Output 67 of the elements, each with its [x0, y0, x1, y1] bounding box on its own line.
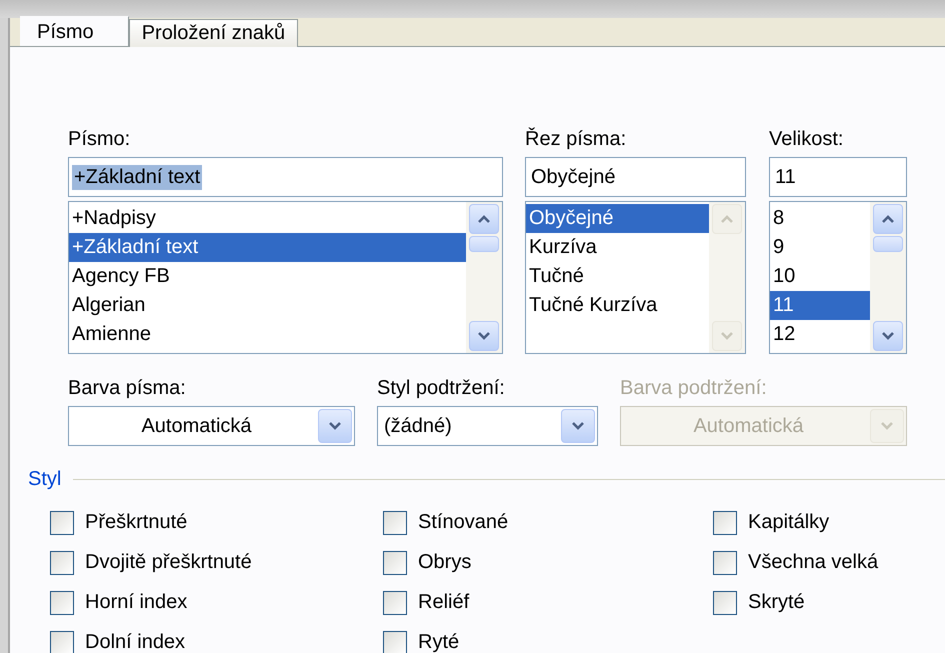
- checkbox-label: Reliéf: [418, 591, 470, 614]
- checkbox[interactable]: [383, 550, 407, 574]
- list-item[interactable]: Tučné: [526, 262, 709, 291]
- list-item[interactable]: 8: [770, 204, 870, 233]
- field-label: Řez písma:: [525, 127, 628, 152]
- field-label: Velikost:: [769, 127, 844, 152]
- scroll-thumb[interactable]: [469, 236, 499, 252]
- list-item[interactable]: Agency FB: [69, 262, 466, 291]
- checkbox-label: Obrys: [418, 551, 472, 574]
- checkbox[interactable]: [383, 630, 407, 653]
- scroll-down-button[interactable]: [873, 321, 903, 351]
- checkbox-label: Skryté: [748, 591, 805, 614]
- checkbox[interactable]: [713, 550, 737, 574]
- scrollbar[interactable]: [466, 202, 502, 353]
- checkbox-label: Ryté: [418, 631, 460, 653]
- field-label: Písmo:: [68, 127, 132, 152]
- chevron-up-icon: [477, 214, 491, 224]
- checkbox-label: Dvojitě přeškrtnuté: [85, 551, 252, 574]
- checkbox-label: Všechna velká: [748, 551, 878, 574]
- checkbox[interactable]: [50, 510, 74, 534]
- section-title: Styl: [28, 468, 62, 491]
- list-item[interactable]: Tučné Kurzíva: [526, 291, 709, 320]
- checkbox-label: Kapitálky: [748, 511, 830, 534]
- checkbox[interactable]: [383, 590, 407, 614]
- scrollbar[interactable]: [870, 202, 906, 353]
- chevron-down-icon: [881, 331, 895, 341]
- tab[interactable]: Proložení znaků: [128, 19, 298, 47]
- text-field[interactable]: +Základní text: [68, 157, 503, 197]
- chevron-down-icon: [571, 421, 585, 431]
- scroll-down-button[interactable]: [469, 321, 499, 351]
- checkbox[interactable]: [50, 550, 74, 574]
- chevron-down-icon: [477, 331, 491, 341]
- text-field[interactable]: 11: [769, 157, 907, 197]
- chevron-up-icon: [720, 214, 734, 224]
- checkbox[interactable]: [50, 590, 74, 614]
- dropdown-label: Barva podtržení:: [620, 376, 768, 401]
- checkbox[interactable]: [383, 510, 407, 534]
- dropdown[interactable]: Automatická: [68, 406, 355, 446]
- chevron-down-icon: [328, 421, 342, 431]
- scroll-up-button[interactable]: [469, 204, 499, 234]
- dropdown[interactable]: (žádné): [377, 406, 598, 446]
- list-item[interactable]: 12: [770, 320, 870, 349]
- checkbox[interactable]: [713, 510, 737, 534]
- list-item[interactable]: Amienne: [69, 320, 466, 349]
- dropdown-label: Barva písma:: [68, 376, 187, 401]
- list-item[interactable]: Obyčejné: [526, 204, 709, 233]
- chevron-up-icon: [881, 214, 895, 224]
- list-item[interactable]: 10: [770, 262, 870, 291]
- tab[interactable]: Písmo: [20, 16, 129, 46]
- dropdown-label: Styl podtržení:: [377, 376, 506, 401]
- chevron-down-icon: [720, 331, 734, 341]
- checkbox-label: Přeškrtnuté: [85, 511, 188, 534]
- list-item[interactable]: +Základní text: [69, 233, 466, 262]
- scroll-up-button[interactable]: [873, 204, 903, 234]
- list-item[interactable]: 9: [770, 233, 870, 262]
- list-item[interactable]: Algerian: [69, 291, 466, 320]
- text-field[interactable]: Obyčejné: [525, 157, 746, 197]
- checkbox[interactable]: [50, 630, 74, 653]
- list-item[interactable]: Kurzíva: [526, 233, 709, 262]
- checkbox-label: Stínované: [418, 511, 508, 534]
- checkbox[interactable]: [713, 590, 737, 614]
- checkbox-label: Horní index: [85, 591, 188, 614]
- list-item[interactable]: 11: [770, 291, 870, 320]
- scroll-thumb[interactable]: [873, 236, 903, 252]
- checkbox-label: Dolní index: [85, 631, 186, 653]
- chevron-down-icon: [880, 421, 894, 431]
- list-item[interactable]: +Nadpisy: [69, 204, 466, 233]
